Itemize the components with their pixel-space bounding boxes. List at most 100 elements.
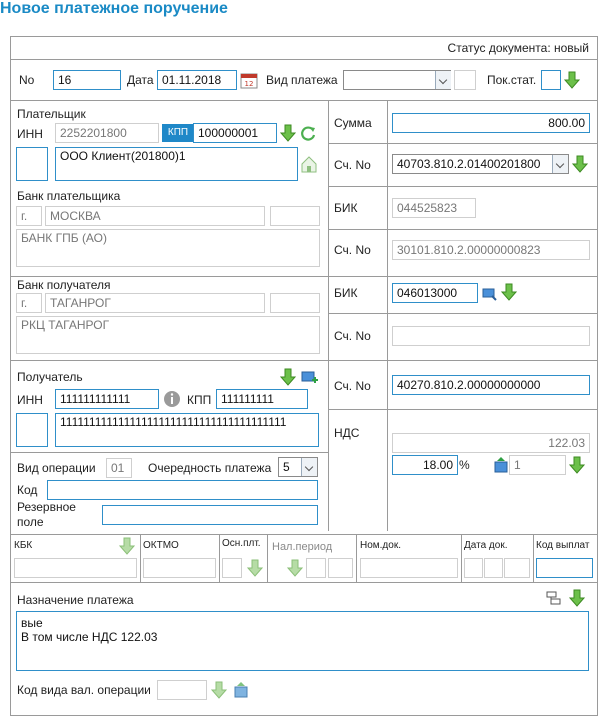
cell-divider [356, 534, 357, 582]
add-contact-icon[interactable] [301, 368, 319, 386]
payer-city-prefix: г. [16, 206, 42, 226]
doc-number-field [360, 558, 458, 578]
recipient-bank-city: ТАГАНРОГ [45, 293, 265, 313]
purpose-line-2: В том числе НДС 122.03 [21, 630, 158, 644]
recipient-account-input[interactable]: 40270.810.2.00000000000 [392, 375, 590, 395]
column-divider [387, 100, 388, 531]
home-icon[interactable] [300, 155, 318, 173]
divider [11, 59, 597, 60]
priority-label: Очередность платежа [148, 461, 272, 475]
recipient-name-field[interactable]: 111111111111111111111111111111111111111 [55, 413, 319, 447]
recipient-kpp-input[interactable]: 111111111 [216, 389, 308, 409]
cell-divider [140, 534, 141, 582]
cell-divider [533, 534, 534, 582]
number-input[interactable]: 16 [53, 70, 121, 90]
recipient-label: Получатель [17, 370, 83, 384]
payer-bank-extra [270, 206, 320, 226]
period-field-1 [306, 558, 326, 578]
arrow-down-icon[interactable] [210, 681, 228, 699]
code-label: Код [17, 483, 38, 497]
recipient-bik-label: БИК [334, 286, 358, 300]
vat-multiplier-field: 1 [509, 455, 566, 475]
payment-type-label: Вид платежа [266, 73, 338, 87]
account-label: Сч. No [334, 158, 371, 172]
divider [11, 452, 328, 453]
currency-op-field [157, 680, 207, 700]
pok-stat-input[interactable] [541, 70, 561, 90]
divider [11, 100, 597, 101]
lookup-icon[interactable] [232, 681, 250, 699]
corr-account-field: 30101.810.2.00000000823 [392, 240, 590, 260]
document-status: Статус документа: новый [447, 41, 589, 55]
recipient-account-label: Сч. No [334, 379, 371, 393]
divider [328, 143, 597, 144]
arrow-down-icon[interactable] [500, 283, 518, 301]
recipient-bank-name: РКЦ ТАГАНРОГ [16, 316, 320, 354]
divider [328, 186, 597, 187]
divider [11, 276, 328, 277]
date-label: Дата [127, 73, 154, 87]
doc-date-year [504, 558, 530, 578]
kbk-field [14, 558, 137, 578]
svg-text:12: 12 [245, 80, 254, 88]
cell-divider [267, 534, 268, 582]
arrow-down-icon[interactable] [246, 559, 264, 577]
divider [11, 360, 597, 361]
vat-calc-icon[interactable] [492, 456, 510, 474]
payer-bank-name: БАНК ГПБ (АО) [16, 229, 320, 267]
calendar-icon[interactable]: 12 [240, 71, 258, 89]
operation-type-label: Вид операции [17, 461, 96, 475]
divider [328, 229, 597, 230]
bik-field: 044525823 [392, 198, 476, 218]
payment-order-form: Статус документа: новый No 16 Дата 01.11… [10, 36, 598, 716]
recipient-bik-input[interactable]: 046013000 [392, 283, 478, 303]
arrow-down-icon[interactable] [279, 124, 297, 142]
sum-label: Сумма [334, 116, 372, 130]
reserve-label: Резервное [17, 500, 76, 514]
refresh-icon[interactable] [299, 124, 317, 142]
vat-rate-input[interactable]: 18.00 [392, 455, 458, 475]
recipient-corr-label: Сч. No [334, 329, 371, 343]
recipient-code-field[interactable] [16, 413, 48, 447]
chevron-down-icon[interactable] [301, 458, 317, 476]
arrow-down-icon[interactable] [571, 155, 589, 173]
payer-inn-label: ИНН [17, 127, 43, 141]
arrow-down-icon[interactable] [568, 456, 586, 474]
arrow-down-icon[interactable] [568, 589, 586, 607]
period-field-2 [328, 558, 353, 578]
vat-amount-field: 122.03 [392, 433, 590, 453]
arrow-down-icon[interactable] [279, 368, 297, 386]
payer-bank-label: Банк плательщика [17, 189, 121, 203]
pay-code-label: Код выплат [536, 540, 590, 551]
payer-name-field[interactable]: ООО Клиент(201800)1 [55, 147, 298, 181]
pay-code-input[interactable] [536, 558, 593, 578]
reserve-input[interactable] [102, 505, 318, 525]
divider [11, 582, 597, 583]
payer-kpp-button[interactable]: КПП [162, 124, 194, 142]
arrow-down-icon[interactable] [118, 537, 136, 555]
sum-input[interactable]: 800.00 [392, 113, 590, 133]
percent-sign: % [459, 458, 470, 472]
arrow-down-icon[interactable] [286, 559, 304, 577]
chevron-down-icon[interactable] [552, 155, 568, 173]
templates-icon[interactable] [545, 589, 563, 607]
purpose-line-1: вые [21, 616, 43, 630]
payer-code-field[interactable] [16, 147, 48, 181]
corr-account-label: Сч. No [334, 243, 371, 257]
recipient-bank-extra [270, 293, 320, 313]
divider [328, 276, 597, 277]
payer-kpp-input[interactable]: 100000001 [193, 123, 277, 143]
date-input[interactable]: 01.11.2018 [157, 70, 237, 90]
bank-lookup-icon[interactable] [482, 284, 500, 302]
chevron-down-icon[interactable] [435, 71, 451, 89]
code-input[interactable] [47, 480, 318, 500]
recipient-inn-input[interactable]: 111111111111 [55, 389, 159, 409]
purpose-textarea[interactable]: вые В том числе НДС 122.03 [16, 611, 589, 671]
oktmo-field [143, 558, 216, 578]
arrow-down-icon[interactable] [563, 71, 581, 89]
currency-op-label: Код вида вал. операции [17, 683, 151, 697]
info-icon[interactable] [163, 390, 181, 408]
doc-date-label: Дата док. [464, 540, 508, 551]
cell-divider [219, 534, 220, 582]
account-select[interactable]: 40703.810.2.01400201800 [392, 154, 569, 174]
